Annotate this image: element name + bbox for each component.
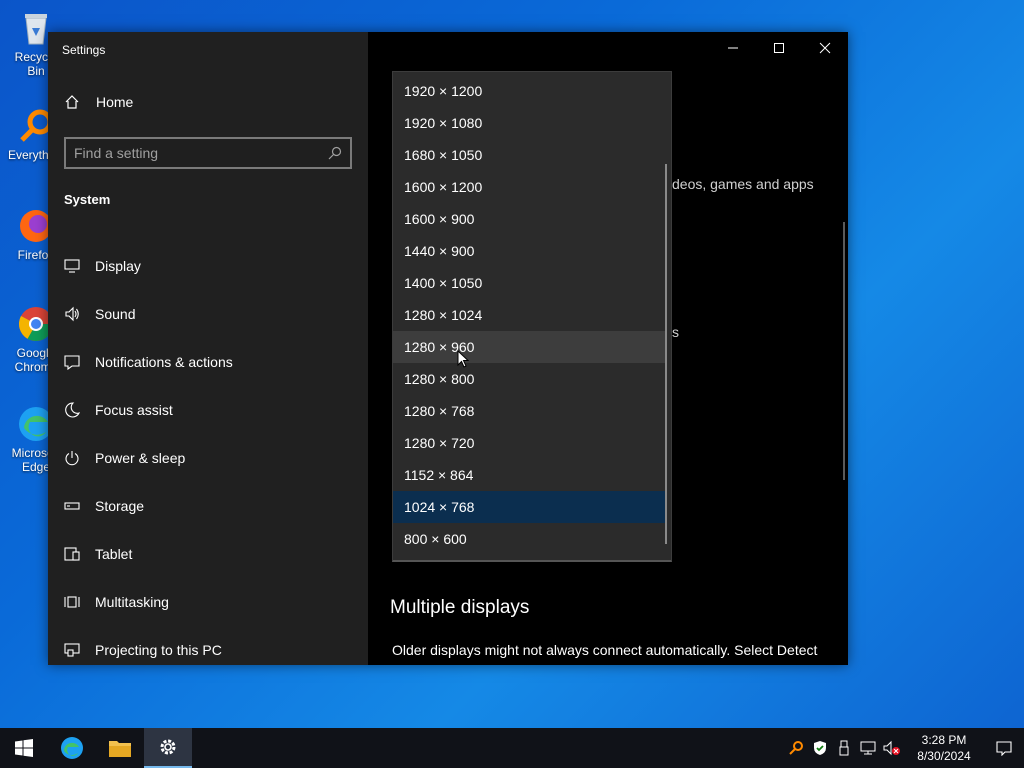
taskbar-clock[interactable]: 3:28 PM 8/30/2024 [904,732,984,764]
sidebar-item-sound[interactable]: Sound [64,290,354,338]
sidebar-item-label: Sound [95,306,136,322]
display-icon [64,259,80,273]
maximize-button[interactable] [756,32,802,64]
resolution-option[interactable]: 800 × 600 [393,523,667,555]
taskbar-settings-button[interactable] [144,728,192,768]
home-link[interactable]: Home [64,94,133,110]
sidebar-item-label: Tablet [95,546,133,562]
resolution-option[interactable]: 1280 × 800 [393,363,667,395]
sidebar-item-power-sleep[interactable]: Power & sleep [64,434,354,482]
clock-date: 8/30/2024 [917,749,971,763]
search-icon [328,146,342,160]
maximize-icon [774,43,784,53]
resolution-option[interactable]: 1680 × 1050 [393,139,667,171]
resolution-dropdown-list[interactable]: 1920 × 1200 1920 × 1080 1680 × 1050 1600… [392,71,672,562]
dropdown-scrollbar[interactable] [665,164,667,544]
clock-time: 3:28 PM [921,733,967,747]
content-scrollbar[interactable] [843,222,845,480]
action-center-icon [996,741,1012,756]
close-button[interactable] [802,32,848,64]
minimize-icon [728,47,738,49]
tablet-icon [64,547,80,561]
resolution-option[interactable]: 1600 × 900 [393,203,667,235]
gear-icon [160,739,176,755]
multitasking-icon [64,596,80,608]
close-icon [819,42,831,54]
content-partial-text: deos, games and apps [672,176,814,192]
tray-security[interactable] [808,728,832,768]
window-title: Settings [62,43,106,57]
sidebar-item-label: Display [95,258,141,274]
edge-icon [61,737,83,759]
resolution-option[interactable]: 1280 × 1024 [393,299,667,331]
search-input[interactable]: Find a setting [64,137,352,169]
home-icon [65,95,79,109]
system-tray: 3:28 PM 8/30/2024 [784,728,1024,768]
sidebar-item-label: Notifications & actions [95,354,233,370]
resolution-option[interactable]: 1440 × 900 [393,235,667,267]
multiple-displays-heading: Multiple displays [390,597,530,618]
sidebar-nav: Display Sound Notifications & actions Fo… [64,242,354,665]
resolution-option[interactable]: 1280 × 768 [393,395,667,427]
resolution-option[interactable]: 1400 × 1050 [393,267,667,299]
folder-icon [109,741,131,757]
sidebar-item-label: Focus assist [95,402,173,418]
taskbar: 3:28 PM 8/30/2024 [0,728,1024,768]
storage-icon [64,502,80,510]
sidebar-item-projecting[interactable]: Projecting to this PC [64,626,354,665]
windows-start-icon [15,739,33,757]
search-placeholder: Find a setting [74,145,159,161]
home-label: Home [96,94,134,110]
moon-icon [65,402,80,418]
resolution-options: 1920 × 1200 1920 × 1080 1680 × 1050 1600… [393,75,667,555]
resolution-option[interactable]: 1920 × 1200 [393,75,667,107]
content-partial-text: s [672,324,679,340]
projecting-icon [64,643,80,657]
sidebar-item-storage[interactable]: Storage [64,482,354,530]
sidebar-item-display[interactable]: Display [64,242,354,290]
action-center-button[interactable] [984,728,1024,768]
notifications-icon [64,355,80,370]
resolution-option[interactable]: 1600 × 1200 [393,171,667,203]
usb-icon [839,740,849,756]
sidebar-item-label: Power & sleep [95,450,186,466]
tray-everything[interactable] [784,728,808,768]
minimize-button[interactable] [710,32,756,64]
volume-muted-icon [883,740,900,756]
start-button[interactable] [0,728,48,768]
multiple-displays-description: Older displays might not always connect … [392,642,818,658]
sidebar-item-notifications[interactable]: Notifications & actions [64,338,354,386]
resolution-option[interactable]: 1280 × 720 [393,427,667,459]
everything-search-icon [789,741,803,755]
sound-icon [65,306,79,322]
resolution-option[interactable]: 1920 × 1080 [393,107,667,139]
resolution-option-hovered[interactable]: 1280 × 960 [393,331,667,363]
resolution-option-selected[interactable]: 1024 × 768 [393,491,667,523]
tray-network[interactable] [856,728,880,768]
tray-volume[interactable] [880,728,904,768]
security-shield-icon [814,741,826,755]
taskbar-file-explorer-button[interactable] [96,728,144,768]
taskbar-edge-button[interactable] [48,728,96,768]
network-icon [860,741,876,755]
settings-sidebar: Settings Home Find a setting System Disp… [48,32,368,665]
tray-usb[interactable] [832,728,856,768]
section-title-system: System [64,192,111,207]
sidebar-item-tablet[interactable]: Tablet [64,530,354,578]
sidebar-item-label: Multitasking [95,594,169,610]
resolution-option[interactable]: 1152 × 864 [393,459,667,491]
sidebar-item-label: Storage [95,498,145,514]
power-icon [65,451,79,466]
sidebar-item-multitasking[interactable]: Multitasking [64,578,354,626]
mouse-cursor-icon [457,350,469,368]
sidebar-item-focus-assist[interactable]: Focus assist [64,386,354,434]
sidebar-item-label: Projecting to this PC [95,642,222,658]
